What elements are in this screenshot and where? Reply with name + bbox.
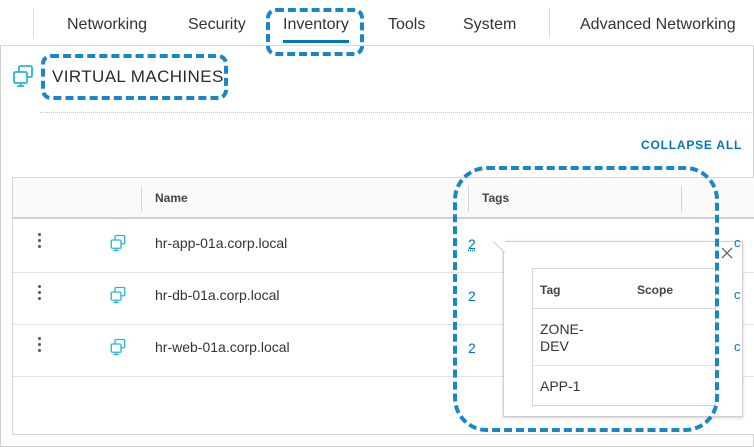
column-header-tags[interactable]: Tags (482, 191, 509, 205)
tab-security[interactable]: Security (188, 16, 246, 34)
column-header-scope: Scope (637, 283, 673, 297)
tag-name: ZONE-DEV (540, 321, 600, 355)
tab-inventory-label: Inventory (283, 16, 349, 33)
column-separator (468, 186, 469, 212)
row-actions-icon[interactable] (36, 285, 42, 301)
column-header-name[interactable]: Name (155, 191, 188, 205)
truncated-column-glyph: c (734, 339, 741, 354)
tab-tools[interactable]: Tools (388, 16, 425, 34)
tag-count-link[interactable]: 2 (468, 236, 476, 252)
grid-header: Name Tags (13, 178, 754, 219)
divider (40, 112, 754, 113)
column-separator (141, 186, 142, 212)
popover-pointer-icon (493, 241, 505, 253)
vm-icon (109, 338, 127, 356)
nav-separator (33, 8, 34, 38)
nav-separator (549, 8, 550, 38)
column-header-tag: Tag (540, 283, 560, 297)
vm-name[interactable]: hr-db-01a.corp.local (155, 287, 280, 303)
tab-advanced-networking[interactable]: Advanced Networking (580, 16, 736, 34)
tag-row: APP-1 (533, 366, 715, 406)
tab-system[interactable]: System (463, 16, 516, 34)
close-icon[interactable] (720, 246, 734, 260)
tag-row: ZONE-DEV (533, 310, 715, 366)
tab-inventory[interactable]: Inventory (283, 16, 349, 34)
page-title: VIRTUAL MACHINES (52, 67, 224, 87)
tag-count-link[interactable]: 2 (468, 288, 476, 304)
tags-table: Tag Scope ZONE-DEV APP-1 (532, 268, 716, 406)
tags-table-header: Tag Scope (533, 269, 715, 309)
tag-name: APP-1 (540, 378, 600, 395)
vm-icon (109, 286, 127, 304)
collapse-all-button[interactable]: COLLAPSE ALL (641, 138, 742, 152)
vm-name[interactable]: hr-app-01a.corp.local (155, 235, 287, 251)
active-tab-indicator (283, 40, 349, 43)
tag-count-link[interactable]: 2 (468, 340, 476, 356)
vm-name[interactable]: hr-web-01a.corp.local (155, 339, 290, 355)
top-navigation: Networking Security Inventory Tools Syst… (0, 0, 754, 46)
row-actions-icon[interactable] (36, 337, 42, 353)
truncated-column-glyph: c (734, 235, 741, 250)
truncated-column-glyph: c (734, 287, 741, 302)
row-actions-icon[interactable] (36, 233, 42, 249)
tab-networking[interactable]: Networking (67, 16, 147, 34)
virtual-machines-icon (11, 64, 35, 88)
vm-icon (109, 234, 127, 252)
column-separator (681, 186, 682, 212)
